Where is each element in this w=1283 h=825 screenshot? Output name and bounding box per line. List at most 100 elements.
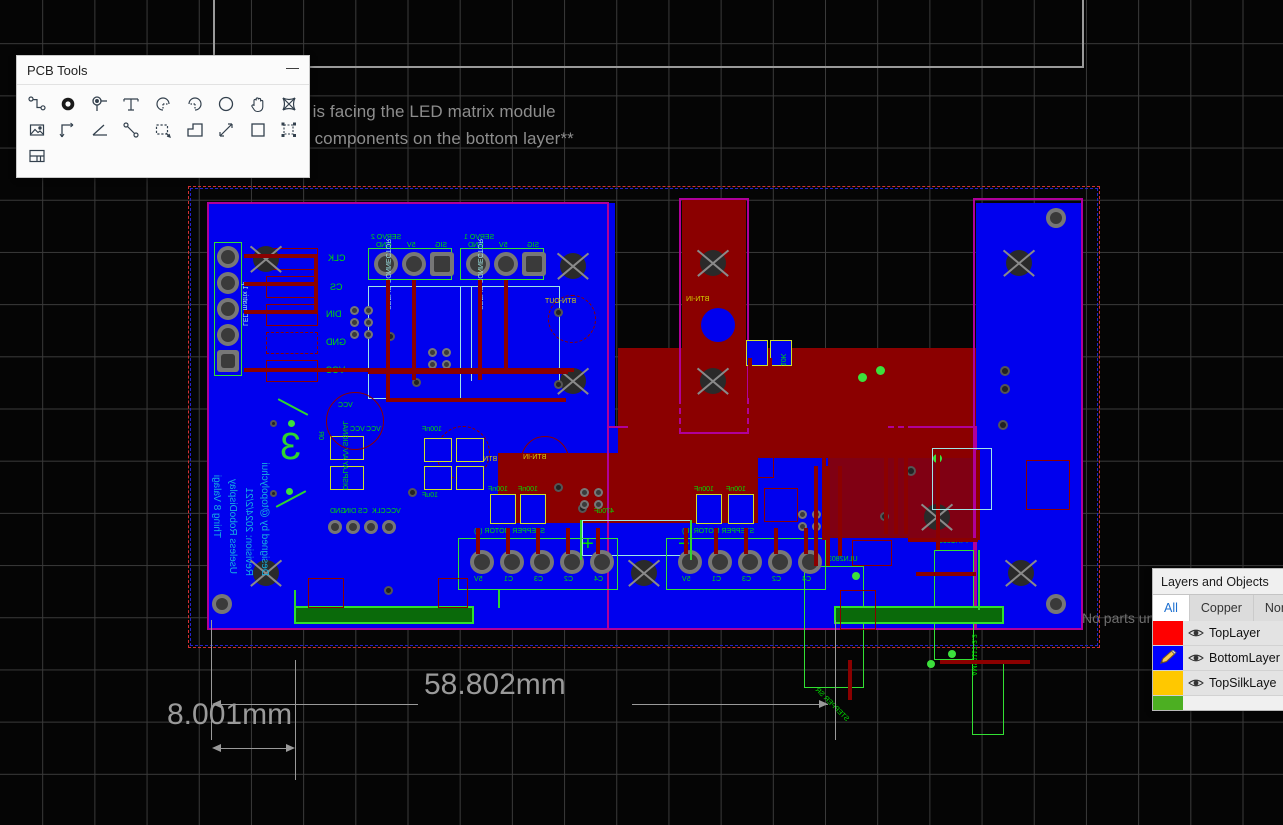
pad-din[interactable] xyxy=(217,298,239,320)
pad-stepper-l-c1[interactable] xyxy=(500,550,524,574)
via-5[interactable] xyxy=(554,380,563,389)
corner-pad-right-top[interactable] xyxy=(1046,208,1066,228)
mounting-hole-9[interactable] xyxy=(1008,560,1034,586)
pad-av-1[interactable] xyxy=(328,520,342,534)
resistor-r2[interactable] xyxy=(266,276,318,298)
pad-btn-in-top[interactable] xyxy=(701,308,735,342)
cap-100nf-e[interactable] xyxy=(696,494,722,524)
cap-10uf-b[interactable] xyxy=(456,466,484,490)
silk-logo-glyph: 3 xyxy=(280,426,302,468)
pad-stepper-r-c3[interactable] xyxy=(738,550,762,574)
arc-right-icon[interactable] xyxy=(179,91,211,117)
minimize-button[interactable]: — xyxy=(286,61,299,80)
silk-470uf: 470uF xyxy=(594,508,614,515)
pad-stepper-r-c4[interactable] xyxy=(798,550,822,574)
circle-icon[interactable] xyxy=(210,91,242,117)
mounting-hole-1[interactable] xyxy=(253,246,279,272)
silk-stepper-r-c3: C3 xyxy=(742,576,751,583)
tab-all[interactable]: All xyxy=(1153,595,1190,621)
silk-10uf: 10uF xyxy=(422,492,438,499)
pcb-tools-titlebar[interactable]: PCB Tools — xyxy=(17,56,309,85)
line-icon[interactable] xyxy=(116,117,148,143)
pad-stepper-l-c4[interactable] xyxy=(590,550,614,574)
silk-100nf-4: 100nF xyxy=(694,486,714,493)
pad-av-3[interactable] xyxy=(364,520,378,534)
solid-region-icon[interactable] xyxy=(179,117,211,143)
mounting-hole-7[interactable] xyxy=(700,368,726,394)
layer-color-swatch-next[interactable] xyxy=(1153,696,1183,710)
pad-cs[interactable] xyxy=(217,272,239,294)
layers-and-objects-panel[interactable]: Layers and Objects All Copper Non- TopLa… xyxy=(1152,568,1283,711)
arc-left-icon[interactable] xyxy=(147,91,179,117)
dashed-rect-icon[interactable] xyxy=(147,117,179,143)
layer-name-toplayer: TopLayer xyxy=(1209,626,1261,640)
ic-74hc595-outline[interactable] xyxy=(934,550,974,660)
pad-vcc-circle[interactable] xyxy=(326,392,384,450)
mounting-hole-2[interactable] xyxy=(560,253,586,279)
pad-servo1-sig[interactable] xyxy=(522,252,546,276)
image-icon[interactable] xyxy=(21,117,53,143)
layout-icon[interactable] xyxy=(21,143,53,169)
corner-pad-right[interactable] xyxy=(1046,594,1066,614)
via-7[interactable] xyxy=(554,483,563,492)
edge-connector-left[interactable] xyxy=(294,606,474,624)
pad-av-4[interactable] xyxy=(382,520,396,534)
layer-color-swatch-bottomlayer[interactable] xyxy=(1153,646,1183,670)
via-3[interactable] xyxy=(1000,384,1010,394)
hand-icon[interactable] xyxy=(242,91,274,117)
layer-color-swatch-toplayer[interactable] xyxy=(1153,621,1183,645)
layer-row-topsilklayer[interactable]: TopSilkLaye xyxy=(1153,671,1283,696)
via-10[interactable] xyxy=(408,488,417,497)
polyline-icon[interactable] xyxy=(53,117,85,143)
cap-100nf-d[interactable] xyxy=(520,494,546,524)
testpoint-2[interactable] xyxy=(858,373,867,382)
pad-av-2[interactable] xyxy=(346,520,360,534)
layer-row-bottomlayer[interactable]: BottomLayer xyxy=(1153,646,1283,671)
eye-icon-toplayer[interactable] xyxy=(1183,627,1209,639)
dimension-icon[interactable] xyxy=(210,117,242,143)
angle-icon[interactable] xyxy=(84,117,116,143)
via-6[interactable] xyxy=(554,308,563,317)
mounting-hole-6[interactable] xyxy=(700,250,726,276)
silk-btn-in-top: BTN-IN xyxy=(686,296,710,303)
layer-color-swatch-topsilklayer[interactable] xyxy=(1153,671,1183,695)
pad-gnd[interactable] xyxy=(217,324,239,346)
pad-clk[interactable] xyxy=(217,246,239,268)
via-11[interactable] xyxy=(384,586,393,595)
cap-100nf-f[interactable] xyxy=(728,494,754,524)
pad-vcc[interactable] xyxy=(217,350,239,372)
silk-branding-1: Useless RoboDisplay xyxy=(227,478,238,574)
text-icon[interactable] xyxy=(116,91,148,117)
pad-stepper-l-5v[interactable] xyxy=(470,550,494,574)
cap-10uf-a[interactable] xyxy=(424,466,452,490)
pad-servo2-5v[interactable] xyxy=(402,252,426,276)
pad-stepper-r-c1[interactable] xyxy=(708,550,732,574)
layer-row-toplayer[interactable]: TopLayer xyxy=(1153,621,1283,646)
pad-servo2-sig[interactable] xyxy=(430,252,454,276)
via-icon[interactable] xyxy=(53,91,85,117)
resistor-r3[interactable] xyxy=(266,304,318,326)
pad-stepper-r-c2[interactable] xyxy=(768,550,792,574)
via-2[interactable] xyxy=(1000,366,1010,376)
group-icon[interactable] xyxy=(273,117,305,143)
panel-icon[interactable] xyxy=(273,91,305,117)
eye-icon-topsilklayer[interactable] xyxy=(1183,677,1209,689)
tab-copper[interactable]: Copper xyxy=(1190,595,1254,621)
rect-icon[interactable] xyxy=(242,117,274,143)
note-rectangle[interactable] xyxy=(213,0,1084,68)
cap-100nf-b[interactable] xyxy=(456,438,484,462)
pcb-tools-panel[interactable]: PCB Tools — xyxy=(16,55,310,178)
eye-icon-bottomlayer[interactable] xyxy=(1183,652,1209,664)
pad-servo1-5v[interactable] xyxy=(494,252,518,276)
pad-stepper-l-c3[interactable] xyxy=(530,550,554,574)
via-4[interactable] xyxy=(998,420,1008,430)
testpoint-1[interactable] xyxy=(876,366,885,375)
pad-icon[interactable] xyxy=(84,91,116,117)
cap-100nf-c[interactable] xyxy=(490,494,516,524)
mounting-hole-8[interactable] xyxy=(1006,250,1032,276)
cap-100nf-a[interactable] xyxy=(424,438,452,462)
mounting-hole-5[interactable] xyxy=(631,560,657,586)
corner-pad-left[interactable] xyxy=(212,594,232,614)
tab-non-copper[interactable]: Non- xyxy=(1254,595,1283,621)
track-icon[interactable] xyxy=(21,91,53,117)
